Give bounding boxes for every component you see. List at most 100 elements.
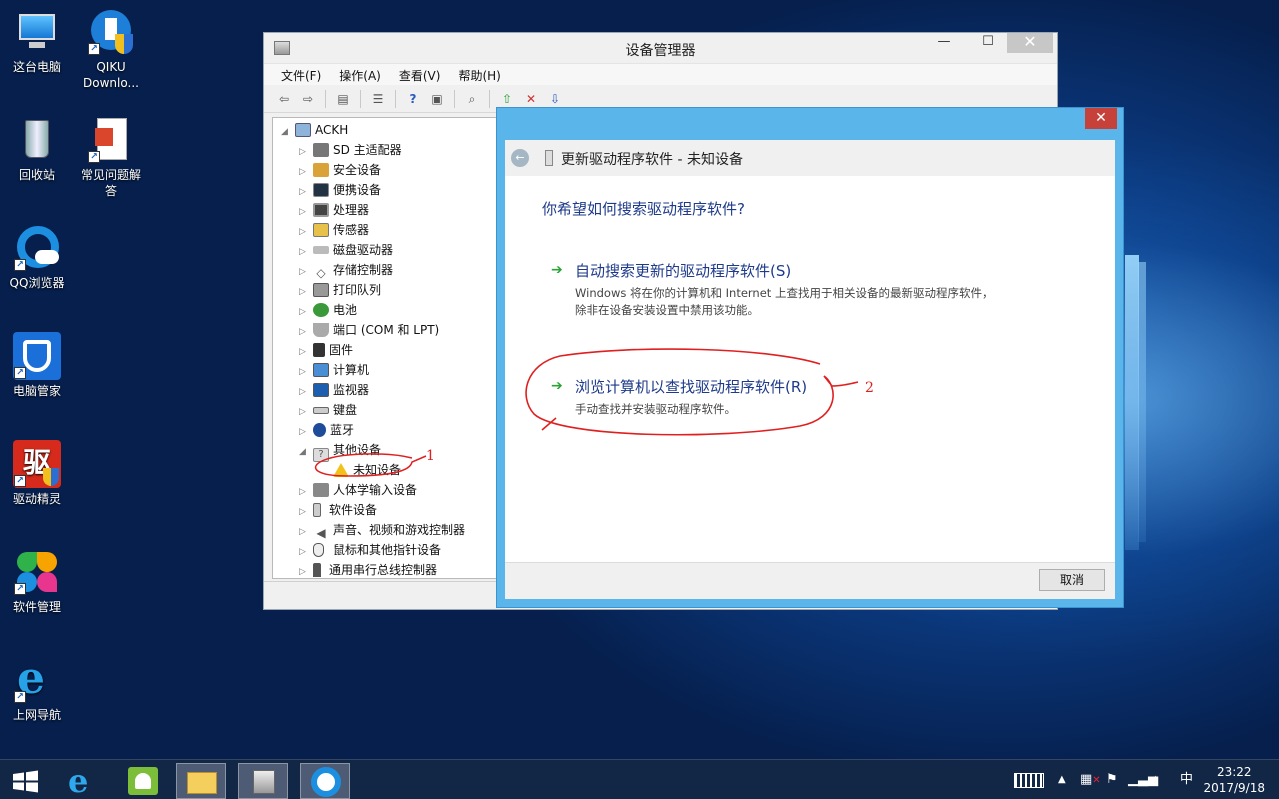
tree-item[interactable]: ▷ 处理器 xyxy=(299,200,369,220)
tree-item-label: 电池 xyxy=(333,303,358,317)
menu-file[interactable]: 文件(F) xyxy=(272,64,330,85)
speaker-icon: ◀ xyxy=(316,526,326,540)
expand-arrow-icon[interactable]: ▷ xyxy=(299,402,313,422)
tree-item[interactable]: ▷ 便携设备 xyxy=(299,180,381,200)
tree-item[interactable]: ▷ 计算机 xyxy=(299,360,369,380)
tree-item[interactable]: ▷ 安全设备 xyxy=(299,160,381,180)
help-icon[interactable]: ? xyxy=(403,90,423,108)
dialog-close-button[interactable]: ✕ xyxy=(1085,108,1117,129)
expand-arrow-icon[interactable]: ▷ xyxy=(299,242,313,262)
tree-item[interactable]: ▷ 端口 (COM 和 LPT) xyxy=(299,320,439,340)
touch-keyboard-icon[interactable] xyxy=(1014,760,1044,799)
tree-item[interactable]: ▷ SD 主适配器 xyxy=(299,140,402,160)
desktop-icon-qq-browser[interactable]: ↗ QQ浏览器 xyxy=(4,224,70,291)
desktop-icon-recycle-bin[interactable]: 回收站 xyxy=(4,116,70,183)
desktop-icon-qiku-download[interactable]: ↗ QIKU Downlo... xyxy=(78,8,144,91)
collapse-arrow-icon[interactable]: ◢ xyxy=(281,122,295,142)
taskbar-clock[interactable]: 23:22 2017/9/18 xyxy=(1203,764,1265,796)
scan-hardware-icon[interactable]: ⌕ xyxy=(462,90,482,108)
desktop-icon-this-pc[interactable]: 这台电脑 xyxy=(4,8,70,75)
tree-root[interactable]: ◢ ACKH xyxy=(281,120,348,140)
shortcut-arrow-icon: ↗ xyxy=(14,259,26,271)
expand-arrow-icon[interactable]: ▷ xyxy=(299,562,313,578)
expand-arrow-icon[interactable]: ▷ xyxy=(299,222,313,242)
list-icon[interactable]: ☰ xyxy=(368,90,388,108)
portable-device-icon xyxy=(313,183,329,197)
desktop-icon-pc-manager[interactable]: ↗ 电脑管家 xyxy=(4,332,70,399)
tree-item[interactable]: ▷ 键盘 xyxy=(299,400,357,420)
tree-item[interactable]: ▷ 通用串行总线控制器 xyxy=(299,560,437,578)
tree-item-label: 鼠标和其他指针设备 xyxy=(333,543,442,557)
usb-icon xyxy=(313,563,321,577)
annotation-circle-2 xyxy=(525,348,859,436)
expand-arrow-icon[interactable]: ▷ xyxy=(299,182,313,202)
toolbar-separator xyxy=(395,89,396,108)
tree-item[interactable]: ▷ ◀ 声音、视频和游戏控制器 xyxy=(299,520,465,540)
device-manager-titlebar[interactable]: 设备管理器 — ☐ ✕ xyxy=(264,33,1057,63)
properties-icon[interactable]: ▤ xyxy=(333,90,353,108)
disable-device-icon[interactable]: ✕ xyxy=(521,90,541,108)
option-auto-search[interactable]: ➔ 自动搜索更新的驱动程序软件(S) Windows 将在你的计算机和 Inte… xyxy=(551,260,1011,319)
tree-item[interactable]: ▷ 鼠标和其他指针设备 xyxy=(299,540,441,560)
volume-icon[interactable]: 🔈︎ xyxy=(1152,760,1160,799)
uninstall-device-icon[interactable]: ⇩ xyxy=(545,90,565,108)
ime-indicator[interactable]: 中 xyxy=(1180,760,1193,799)
cancel-button[interactable]: 取消 xyxy=(1039,569,1105,591)
expand-arrow-icon[interactable]: ▷ xyxy=(299,382,313,402)
back-arrow-icon[interactable]: ⇦ xyxy=(274,90,294,108)
minimize-button[interactable]: — xyxy=(925,33,963,53)
sd-adapter-icon xyxy=(313,143,329,157)
desktop-icon-web-nav[interactable]: e ↗ 上网导航 xyxy=(4,656,70,723)
tree-item[interactable]: ▷ 传感器 xyxy=(299,220,369,240)
taskbar-android[interactable] xyxy=(118,763,168,799)
tree-item[interactable]: ▷ 软件设备 xyxy=(299,500,377,520)
tree-item[interactable]: ▷ 人体学输入设备 xyxy=(299,480,417,500)
tree-item[interactable]: ▷ 电池 xyxy=(299,300,357,320)
green-arrow-icon: ➔ xyxy=(551,262,563,278)
maximize-button[interactable]: ☐ xyxy=(969,33,1007,53)
expand-arrow-icon[interactable]: ▷ xyxy=(299,502,313,522)
tree-item[interactable]: ▷ ◇ 存储控制器 xyxy=(299,260,393,280)
menu-action[interactable]: 操作(A) xyxy=(330,64,390,85)
start-button[interactable] xyxy=(0,763,50,799)
show-hidden-icons[interactable]: ▲ xyxy=(1058,760,1066,799)
expand-arrow-icon[interactable]: ▷ xyxy=(299,522,313,542)
expand-arrow-icon[interactable]: ▷ xyxy=(299,202,313,222)
update-driver-icon[interactable]: ⇧ xyxy=(497,90,517,108)
flag-icon[interactable]: ⚑ xyxy=(1106,760,1118,799)
network-error-icon[interactable]: ▦✕ xyxy=(1080,760,1101,799)
taskbar-qq-browser[interactable] xyxy=(300,763,350,799)
expand-arrow-icon[interactable]: ▷ xyxy=(299,422,313,442)
menu-view[interactable]: 查看(V) xyxy=(390,64,450,85)
desktop-icon-faq[interactable]: ↗ 常见问题解答 xyxy=(78,116,144,199)
close-button[interactable]: ✕ xyxy=(1007,33,1053,53)
expand-arrow-icon[interactable]: ▷ xyxy=(299,162,313,182)
pc-manager-icon: ↗ xyxy=(13,332,61,380)
tree-item[interactable]: ▷ 监视器 xyxy=(299,380,369,400)
qq-browser-icon xyxy=(311,767,341,797)
expand-arrow-icon[interactable]: ▷ xyxy=(299,262,313,282)
back-arrow-icon[interactable]: ← xyxy=(511,149,529,167)
tree-item[interactable]: ▷ 蓝牙 xyxy=(299,420,354,440)
expand-arrow-icon[interactable]: ▷ xyxy=(299,302,313,322)
expand-arrow-icon[interactable]: ▷ xyxy=(299,362,313,382)
expand-arrow-icon[interactable]: ▷ xyxy=(299,542,313,562)
tree-item[interactable]: ▷ 磁盘驱动器 xyxy=(299,240,393,260)
expand-arrow-icon[interactable]: ▷ xyxy=(299,322,313,342)
taskbar-file-explorer[interactable] xyxy=(176,763,226,799)
expand-arrow-icon[interactable]: ▷ xyxy=(299,482,313,502)
tree-item[interactable]: ▷ 打印队列 xyxy=(299,280,381,300)
taskbar-device-manager[interactable] xyxy=(238,763,288,799)
recycle-bin-icon xyxy=(13,116,61,164)
expand-arrow-icon[interactable]: ▷ xyxy=(299,142,313,162)
desktop-icon-driver-genius[interactable]: 驱 ↗ 驱动精灵 xyxy=(4,440,70,507)
expand-arrow-icon[interactable]: ▷ xyxy=(299,342,313,362)
desktop-icon-software-manager[interactable]: ↗ 软件管理 xyxy=(4,548,70,615)
forward-arrow-icon[interactable]: ⇨ xyxy=(298,90,318,108)
expand-arrow-icon[interactable]: ▷ xyxy=(299,282,313,302)
monitor-icon xyxy=(313,383,329,397)
menu-help[interactable]: 帮助(H) xyxy=(449,64,509,85)
panel-icon[interactable]: ▣ xyxy=(427,90,447,108)
tree-item[interactable]: ▷ 固件 xyxy=(299,340,353,360)
taskbar-ie[interactable]: e xyxy=(56,763,106,799)
